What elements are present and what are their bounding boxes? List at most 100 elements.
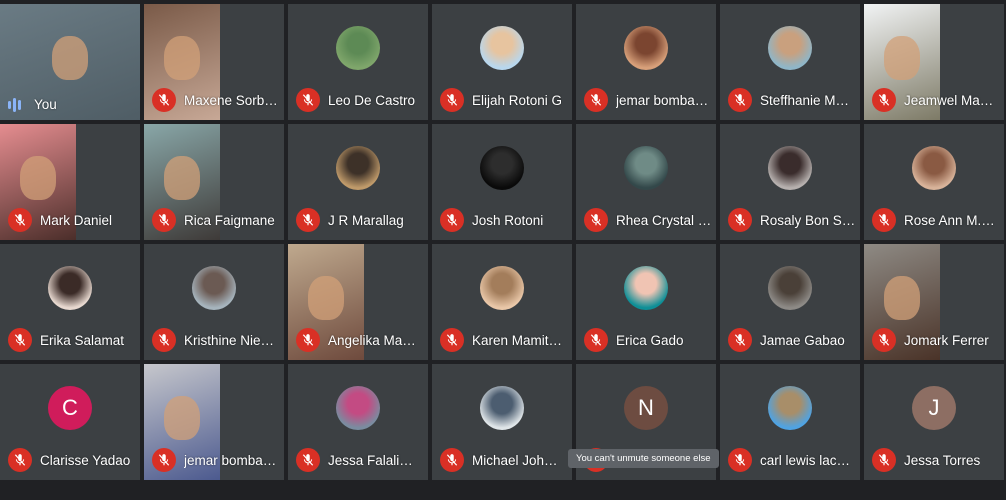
mic-off-icon[interactable] [584,88,608,112]
mic-off-icon[interactable] [728,328,752,352]
participant-tile[interactable]: jemar bomba… [576,4,716,120]
mic-off-icon[interactable] [152,328,176,352]
participant-tile[interactable]: Jeamwel Ma… [864,4,1004,120]
participant-tile[interactable]: Erika Salamat [0,244,140,360]
participant-name: jemar bomba… [184,452,277,468]
mic-off-icon[interactable] [584,208,608,232]
participant-name-row: Maxene Sorb… [152,88,280,112]
participant-name-row: carl lewis lac… [728,448,856,472]
participant-name-row: You [8,97,136,112]
participant-name: Rose Ann M.… [904,212,995,228]
mic-off-icon[interactable] [872,328,896,352]
profile-picture [480,146,524,191]
participant-name: Angelika Ma… [328,332,416,348]
mic-off-icon[interactable] [296,448,320,472]
mic-off-icon[interactable] [8,448,32,472]
participant-name-row: Mark Daniel [8,208,136,232]
participant-tile[interactable]: Jessa Falali… [288,364,428,480]
participant-tile[interactable]: Angelika Ma… [288,244,428,360]
mic-off-icon[interactable] [296,208,320,232]
participant-tile[interactable]: carl lewis lac… [720,364,860,480]
mic-off-icon[interactable] [152,88,176,112]
participant-tile[interactable]: jemar bomba… [144,364,284,480]
participant-tile[interactable]: Leo De Castro [288,4,428,120]
letter-avatar: J [912,386,956,431]
participant-name-row: Jamae Gabao [728,328,856,352]
mic-off-icon[interactable] [8,208,32,232]
profile-picture [192,266,236,311]
participant-tile[interactable]: Michael Joh… [432,364,572,480]
participant-name-row: Rica Faigmane [152,208,280,232]
participant-name-row: Kristhine Nie… [152,328,280,352]
mic-off-icon[interactable] [296,88,320,112]
participant-tile[interactable]: Erica Gado [576,244,716,360]
profile-picture [768,386,812,431]
participant-name: J R Marallag [328,212,404,228]
participant-name: Rhea Crystal … [616,212,712,228]
participant-name-row: Jomark Ferrer [872,328,1000,352]
mic-off-icon[interactable] [440,328,464,352]
participant-name: Elijah Rotoni G [472,92,563,108]
participant-name: Jessa Torres [904,452,981,468]
profile-picture [624,146,668,191]
participant-name: Karen Mamit… [472,332,563,348]
participant-name: Josh Rotoni [472,212,544,228]
mic-off-icon[interactable] [728,448,752,472]
participant-name-row: Leo De Castro [296,88,424,112]
participant-name: Mark Daniel [40,212,113,228]
participant-name: Steffhanie M… [760,92,850,108]
mic-off-icon[interactable] [728,88,752,112]
mic-off-icon[interactable] [872,88,896,112]
speaking-indicator-icon [8,97,26,112]
participant-name-row: Michael Joh… [440,448,568,472]
mic-off-icon[interactable] [440,88,464,112]
participant-name-row: Erika Salamat [8,328,136,352]
mic-off-icon[interactable] [296,328,320,352]
participant-name-row: Erica Gado [584,328,712,352]
mic-off-icon[interactable] [728,208,752,232]
participant-tile[interactable]: Kristhine Nie… [144,244,284,360]
participant-name: Jessa Falali… [328,452,413,468]
profile-picture [48,266,92,311]
participant-tile[interactable]: J Jessa Torres [864,364,1004,480]
mic-off-icon[interactable] [872,448,896,472]
profile-picture [768,26,812,71]
participant-name-row: Angelika Ma… [296,328,424,352]
participant-name-row: Jessa Falali… [296,448,424,472]
participant-tile[interactable]: Elijah Rotoni G [432,4,572,120]
participant-tile[interactable]: Rica Faigmane [144,124,284,240]
participant-tile[interactable]: Karen Mamit… [432,244,572,360]
participant-tile[interactable]: Jomark Ferrer [864,244,1004,360]
participant-tile[interactable]: Rosaly Bon S… [720,124,860,240]
participant-tile[interactable]: Josh Rotoni [432,124,572,240]
participant-name-row: Karen Mamit… [440,328,568,352]
mic-off-icon[interactable] [440,448,464,472]
participant-name: Kristhine Nie… [184,332,275,348]
participant-tile[interactable]: You [0,4,140,120]
participant-name-row: Rhea Crystal … [584,208,712,232]
mic-off-icon[interactable] [872,208,896,232]
profile-picture [768,266,812,311]
participant-name-row: Jeamwel Ma… [872,88,1000,112]
profile-picture [480,26,524,71]
participant-tile[interactable]: Steffhanie M… [720,4,860,120]
participant-name: Erica Gado [616,332,684,348]
profile-picture [768,146,812,191]
participant-name: Michael Joh… [472,452,558,468]
participant-tile[interactable]: Rose Ann M.… [864,124,1004,240]
participant-name-row: J R Marallag [296,208,424,232]
participant-name-row: Clarisse Yadao [8,448,136,472]
mic-off-icon[interactable] [8,328,32,352]
participant-tile[interactable]: C Clarisse Yadao [0,364,140,480]
mic-off-icon[interactable] [584,328,608,352]
participant-tile[interactable]: Rhea Crystal … [576,124,716,240]
participant-tile[interactable]: Jamae Gabao [720,244,860,360]
mic-off-icon[interactable] [152,448,176,472]
mic-off-icon[interactable] [440,208,464,232]
participant-tile[interactable]: Mark Daniel [0,124,140,240]
participant-tile[interactable]: Maxene Sorb… [144,4,284,120]
participant-name: Erika Salamat [40,332,125,348]
mic-off-icon[interactable] [152,208,176,232]
participant-tile[interactable]: J R Marallag [288,124,428,240]
participant-name: Maxene Sorb… [184,92,278,108]
